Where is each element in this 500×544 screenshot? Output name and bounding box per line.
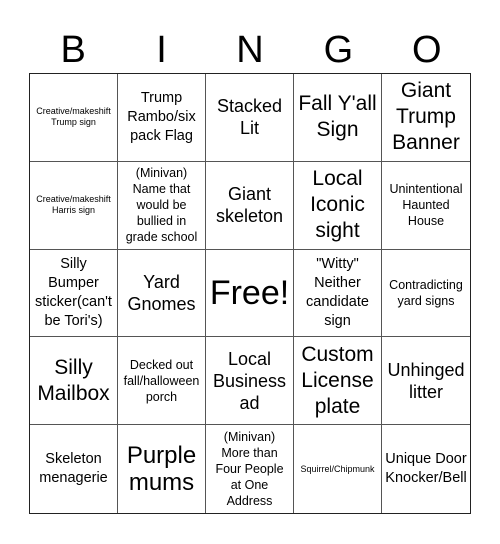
bingo-cell-n1[interactable]: Stacked Lit — [206, 74, 294, 162]
cell-text: Custom License plate — [301, 342, 374, 418]
header-letter-o: O — [411, 29, 442, 71]
bingo-cell-i2[interactable]: (Minivan) Name that would be bullied in … — [118, 161, 206, 250]
bingo-cell-g2[interactable]: Local Iconic sight — [294, 161, 382, 250]
bingo-cell-i1[interactable]: Trump Rambo/six pack Flag — [118, 74, 206, 162]
bingo-cell-n4[interactable]: Local Business ad — [206, 337, 294, 426]
cell-text: Fall Y'all Sign — [298, 92, 377, 142]
cell-text: Giant skeleton — [215, 184, 284, 227]
bingo-cell-o2[interactable]: Unintentional Haunted House — [382, 162, 470, 250]
cell-text: Unique Door Knocker/Bell — [385, 451, 467, 487]
cell-text: Contradicting yard signs — [389, 277, 463, 308]
cell-text: Silly Mailbox — [37, 355, 110, 405]
cell-text: Unhinged litter — [387, 359, 465, 402]
cell-text: Silly Bumper sticker(can't be Tori's) — [35, 255, 112, 329]
bingo-cell-g4[interactable]: Custom License plate — [294, 337, 382, 426]
bingo-cell-o3[interactable]: Contradicting yard signs — [382, 250, 470, 338]
bingo-cell-b3[interactable]: Silly Bumper sticker(can't be Tori's) — [30, 249, 118, 338]
cell-text: Unintentional Haunted House — [389, 182, 463, 229]
bingo-cell-i4[interactable]: Decked out fall/halloween porch — [118, 337, 206, 426]
cell-text: Yard Gnomes — [127, 271, 196, 314]
cell-text: (Minivan) More than Four People at One A… — [215, 430, 284, 509]
bingo-cell-n2[interactable]: Giant skeleton — [206, 161, 294, 250]
bingo-cell-i3[interactable]: Yard Gnomes — [118, 249, 206, 338]
bingo-cell-g5[interactable]: Squirrel/Chipmunk — [294, 425, 382, 513]
header-letter-b: B — [60, 29, 86, 71]
cell-text: Stacked Lit — [216, 96, 283, 139]
cell-text: Purple mums — [126, 442, 197, 497]
bingo-cell-b4[interactable]: Silly Mailbox — [30, 337, 118, 426]
bingo-cell-o5[interactable]: Unique Door Knocker/Bell — [382, 425, 470, 513]
cell-text: Decked out fall/halloween porch — [123, 357, 200, 404]
cell-text: "Witty" Neither candidate sign — [306, 255, 369, 329]
bingo-cell-b1[interactable]: Creative/makeshift Trump sign — [30, 74, 118, 162]
bingo-cell-n5[interactable]: (Minivan) More than Four People at One A… — [206, 425, 294, 513]
header-letter-g: G — [323, 29, 354, 71]
cell-text: Local Business ad — [212, 348, 287, 413]
bingo-cell-b2[interactable]: Creative/makeshift Harris sign — [30, 161, 118, 250]
cell-text: Squirrel/Chipmunk — [300, 463, 375, 474]
bingo-cell-i5[interactable]: Purple mums — [118, 425, 206, 513]
bingo-header: B I N G O — [29, 30, 471, 70]
bingo-cell-free[interactable]: Free! — [206, 249, 294, 338]
cell-text: Trump Rambo/six pack Flag — [127, 89, 196, 144]
cell-text: Giant Trump Banner — [392, 79, 460, 155]
cell-text: Creative/makeshift Harris sign — [36, 194, 111, 216]
cell-text: Skeleton menagerie — [39, 451, 108, 487]
cell-text: Local Iconic sight — [310, 167, 365, 243]
bingo-grid: Creative/makeshift Trump sign Trump Ramb… — [29, 73, 471, 514]
bingo-cell-g3[interactable]: "Witty" Neither candidate sign — [294, 249, 382, 338]
cell-text: (Minivan) Name that would be bullied in … — [125, 166, 198, 245]
header-letter-n: N — [236, 29, 264, 71]
free-space-text: Free! — [209, 273, 290, 312]
header-letter-i: I — [156, 29, 167, 71]
bingo-cell-o1[interactable]: Giant Trump Banner — [382, 74, 470, 162]
bingo-cell-b5[interactable]: Skeleton menagerie — [30, 425, 118, 513]
cell-text: Creative/makeshift Trump sign — [36, 106, 111, 128]
bingo-cell-o4[interactable]: Unhinged litter — [382, 337, 470, 426]
bingo-cell-g1[interactable]: Fall Y'all Sign — [294, 74, 382, 162]
